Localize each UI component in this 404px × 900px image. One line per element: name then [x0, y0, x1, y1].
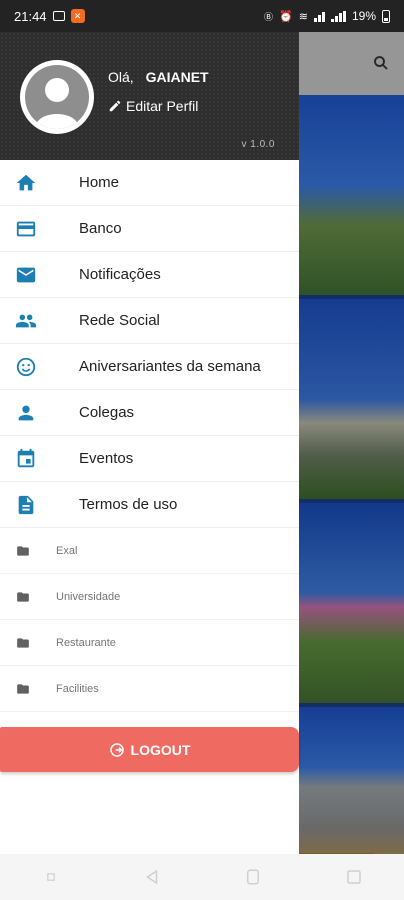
- signal-icon: [313, 11, 325, 22]
- drawer-menu: Home Banco Notificações Rede Social Aniv…: [0, 160, 299, 528]
- greeting: Olá, GAIANET: [108, 69, 209, 85]
- folder-list: Exal Universidade Restaurante Facilities: [0, 528, 299, 712]
- wifi-icon: ≋: [298, 10, 308, 23]
- menu-item-rede-social[interactable]: Rede Social: [0, 298, 299, 344]
- logout-label: LOGOUT: [130, 741, 191, 758]
- nav-back-icon[interactable]: [142, 867, 162, 887]
- menu-label-notificacoes: Notificações: [79, 266, 161, 283]
- person-icon: [14, 401, 38, 425]
- logout-icon: [109, 742, 124, 757]
- menu-item-notificacoes[interactable]: Notificações: [0, 252, 299, 298]
- app-version: v 1.0.0: [241, 139, 275, 150]
- battery-percent: 19%: [351, 9, 376, 23]
- menu-label-eventos: Eventos: [79, 450, 134, 467]
- calendar-icon: [14, 447, 38, 471]
- battery-icon: [382, 9, 390, 23]
- gallery-icon: [52, 11, 65, 21]
- menu-item-termos[interactable]: Termos de uso: [0, 482, 299, 528]
- folder-icon: [16, 589, 32, 605]
- folder-item-facilities[interactable]: Facilities: [0, 666, 299, 712]
- menu-item-aniversariantes[interactable]: Aniversariantes da semana: [0, 344, 299, 390]
- nav-recents-icon[interactable]: [344, 867, 364, 887]
- menu-item-home[interactable]: Home: [0, 160, 299, 206]
- edit-profile-label: Editar Perfil: [126, 98, 199, 114]
- avatar-placeholder-icon: [25, 65, 89, 129]
- edit-profile-link[interactable]: Editar Perfil: [108, 98, 198, 114]
- folder-item-universidade[interactable]: Universidade: [0, 574, 299, 620]
- menu-item-banco[interactable]: Banco: [0, 206, 299, 252]
- alarm-icon: ⏰: [279, 10, 293, 23]
- folder-label-restaurante: Restaurante: [56, 636, 116, 649]
- folder-icon: [16, 543, 32, 559]
- menu-label-colegas: Colegas: [79, 404, 135, 421]
- document-icon: [14, 493, 38, 517]
- folder-icon: [16, 635, 32, 651]
- folder-item-exal[interactable]: Exal: [0, 528, 299, 574]
- status-time: 21:44: [14, 8, 47, 24]
- drawer-header: Olá, GAIANET Editar Perfil v 1.0.0: [0, 32, 299, 160]
- credit-card-icon: [14, 217, 38, 241]
- menu-item-colegas[interactable]: Colegas: [0, 390, 299, 436]
- status-bar: 21:44 ✕ Ⓑ ⏰ ≋ 19%: [0, 0, 404, 32]
- pencil-icon: [109, 100, 121, 112]
- menu-label-banco: Banco: [79, 220, 122, 237]
- menu-label-aniversariantes: Aniversariantes da semana: [79, 358, 261, 375]
- smiley-icon: [14, 355, 38, 379]
- mail-icon: [14, 263, 38, 287]
- folder-label-exal: Exal: [56, 544, 78, 557]
- home-icon: [14, 171, 38, 195]
- folder-item-restaurante[interactable]: Restaurante: [0, 620, 299, 666]
- nav-home-icon[interactable]: [243, 867, 263, 887]
- folder-label-facilities: Facilities: [56, 682, 99, 695]
- logout-button[interactable]: LOGOUT: [0, 727, 299, 772]
- folder-icon: [16, 681, 32, 697]
- people-icon: [14, 309, 38, 333]
- greeting-prefix: Olá,: [108, 69, 134, 85]
- menu-label-home: Home: [79, 174, 120, 191]
- folder-label-universidade: Universidade: [56, 590, 121, 603]
- menu-label-rede-social: Rede Social: [79, 312, 160, 329]
- avatar[interactable]: [20, 60, 94, 134]
- signal-icon-2: [330, 10, 346, 22]
- nav-menu-icon[interactable]: [41, 867, 61, 887]
- hd-icon: Ⓑ: [264, 11, 274, 22]
- menu-item-eventos[interactable]: Eventos: [0, 436, 299, 482]
- user-name: GAIANET: [145, 69, 209, 85]
- system-nav-bar: [0, 854, 404, 900]
- navigation-drawer: Olá, GAIANET Editar Perfil v 1.0.0 Home …: [0, 32, 299, 854]
- menu-label-termos: Termos de uso: [79, 496, 178, 513]
- app-notification-icon: ✕: [70, 9, 85, 23]
